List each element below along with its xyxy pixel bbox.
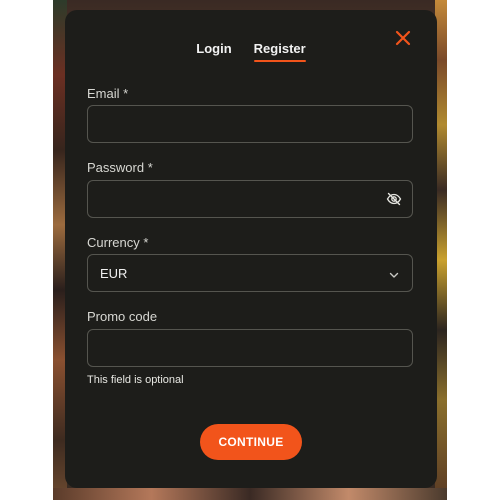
email-label: Email * bbox=[87, 86, 129, 101]
chevron-down-icon[interactable] bbox=[388, 268, 400, 280]
password-field[interactable] bbox=[87, 180, 413, 218]
eye-off-icon[interactable] bbox=[386, 191, 402, 207]
promo-code-field[interactable] bbox=[87, 329, 413, 367]
close-icon[interactable] bbox=[393, 28, 413, 48]
promo-code-input[interactable] bbox=[88, 330, 412, 366]
register-modal: Login Register Email * Password * Curren… bbox=[65, 10, 437, 488]
email-input[interactable] bbox=[88, 106, 412, 142]
auth-tabs: Login Register bbox=[65, 40, 437, 66]
password-label: Password * bbox=[87, 160, 153, 175]
password-input[interactable] bbox=[88, 181, 412, 217]
email-field[interactable] bbox=[87, 105, 413, 143]
promo-code-label: Promo code bbox=[87, 309, 158, 324]
currency-label: Currency * bbox=[87, 235, 149, 250]
tab-login[interactable]: Login bbox=[196, 40, 231, 62]
currency-selected-value: EUR bbox=[100, 266, 128, 281]
continue-button[interactable]: CONTINUE bbox=[200, 424, 302, 460]
promo-optional-hint: This field is optional bbox=[87, 374, 184, 386]
tab-register[interactable]: Register bbox=[253, 40, 306, 62]
currency-select[interactable]: EUR bbox=[87, 254, 413, 292]
background-strip-bottom bbox=[53, 488, 447, 500]
